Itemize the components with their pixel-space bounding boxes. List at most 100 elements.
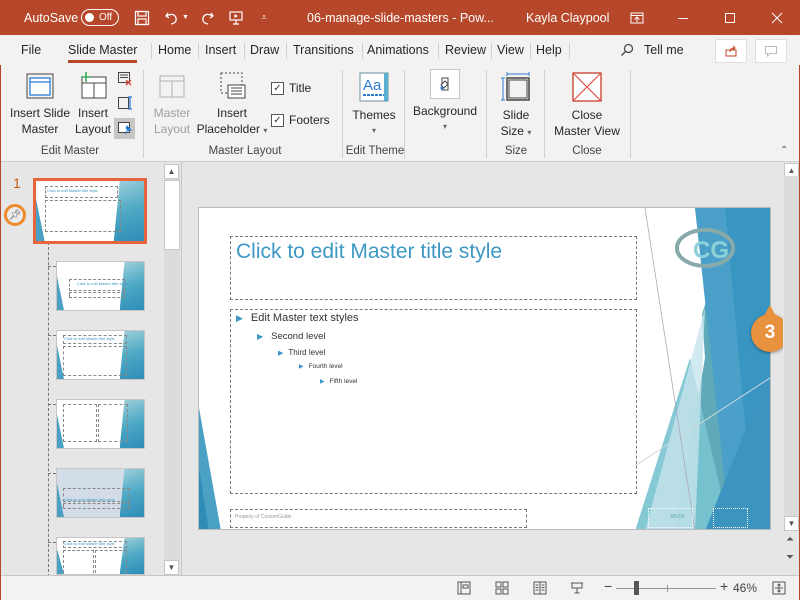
background-button[interactable]: Background ▾ bbox=[412, 69, 478, 135]
checkbox-check-icon: ✓ bbox=[271, 81, 284, 95]
title-checkbox[interactable]: ✓ Title bbox=[271, 81, 311, 95]
themes-icon: Aa bbox=[359, 72, 389, 102]
layout-thumbnail-title-slide[interactable]: Click to edit Master title style bbox=[56, 261, 145, 311]
thumbnail-scrollbar[interactable]: ▲ ▼ bbox=[164, 164, 180, 575]
workspace: 1 📌︎ Click to edit Master title style Cl… bbox=[0, 162, 800, 577]
thumbnail-scroll-thumb[interactable] bbox=[164, 180, 180, 250]
share-button[interactable] bbox=[715, 39, 747, 63]
preserve-button[interactable] bbox=[114, 118, 135, 139]
themes-button[interactable]: Aa Themes ▾ bbox=[350, 71, 398, 139]
insert-placeholder-button[interactable]: Insert Placeholder ▾ bbox=[196, 71, 268, 139]
master-layout-button[interactable]: Master Layout bbox=[150, 71, 194, 137]
close-icon[interactable] bbox=[754, 0, 800, 35]
close-master-view-button[interactable]: Close Master View bbox=[550, 71, 624, 139]
slide-number-placeholder[interactable] bbox=[713, 508, 748, 528]
checkbox-check-icon: ✓ bbox=[271, 113, 284, 127]
chevron-down-icon: ▾ bbox=[527, 128, 532, 137]
master-layout-line2: Layout bbox=[153, 122, 191, 136]
layout-thumbnail-two-content[interactable] bbox=[56, 399, 145, 449]
insert-layout-line1: Insert bbox=[77, 106, 108, 120]
next-slide-icon[interactable]: ⏷ bbox=[786, 552, 794, 563]
customize-qat-icon[interactable]: ⩡ bbox=[253, 0, 275, 35]
minimize-icon[interactable] bbox=[660, 0, 706, 35]
zoom-out-button[interactable]: − bbox=[604, 578, 612, 594]
layout-thumbnail-section-header[interactable]: Click to edit Master title style bbox=[56, 468, 145, 518]
title-placeholder[interactable]: Click to edit Master title style bbox=[230, 236, 637, 300]
insert-slide-master-button[interactable]: Insert Slide Master bbox=[8, 71, 72, 137]
scroll-up-icon[interactable]: ▲ bbox=[164, 164, 179, 179]
content-placeholder[interactable]: ▶ Edit Master text styles ▶ Second level ▶… bbox=[230, 309, 637, 494]
reading-view-icon[interactable] bbox=[531, 580, 549, 596]
close-master-view-line2: Master View bbox=[554, 124, 620, 138]
tab-home[interactable]: Home bbox=[158, 35, 191, 65]
tab-help[interactable]: Help bbox=[536, 35, 562, 65]
slide-size-button[interactable]: Slide Size ▾ bbox=[494, 71, 538, 141]
tell-me-search[interactable]: Tell me bbox=[620, 35, 684, 65]
tab-animations[interactable]: Animations bbox=[367, 35, 429, 65]
maximize-icon[interactable] bbox=[707, 0, 753, 35]
ribbon-display-options-icon[interactable] bbox=[614, 0, 660, 35]
tab-draw[interactable]: Draw bbox=[250, 35, 279, 65]
redo-icon[interactable] bbox=[196, 0, 218, 35]
tab-slide-master[interactable]: Slide Master bbox=[68, 35, 138, 65]
rename-button[interactable] bbox=[116, 95, 134, 113]
status-bar: − + 46% bbox=[0, 575, 800, 600]
comments-button[interactable] bbox=[755, 39, 787, 63]
bullet-level-1[interactable]: ▶ Edit Master text styles bbox=[236, 312, 359, 324]
zoom-slider-handle[interactable] bbox=[634, 581, 639, 595]
layout-tree-line bbox=[48, 237, 49, 577]
tab-review[interactable]: Review bbox=[445, 35, 486, 65]
bullet-level-5[interactable]: ▶ Fifth level bbox=[320, 378, 357, 385]
save-icon[interactable] bbox=[131, 0, 153, 35]
slide-sorter-view-icon[interactable] bbox=[493, 580, 511, 596]
collapse-ribbon-icon[interactable]: ⌃ bbox=[780, 145, 788, 156]
undo-icon[interactable] bbox=[161, 0, 183, 35]
scroll-down-icon[interactable]: ▼ bbox=[784, 516, 799, 531]
insert-layout-button[interactable]: Insert Layout bbox=[73, 71, 113, 137]
previous-slide-icon[interactable]: ⏶ bbox=[786, 534, 794, 545]
tab-transitions[interactable]: Transitions bbox=[293, 35, 354, 65]
tab-file[interactable]: File bbox=[21, 35, 41, 65]
insert-layout-line2: Layout bbox=[74, 122, 112, 136]
master-slide-thumbnail[interactable]: Click to edit Master title style bbox=[33, 178, 147, 244]
master-slide-number: 1 bbox=[13, 175, 21, 191]
delete-button[interactable] bbox=[116, 71, 134, 89]
user-name[interactable]: Kayla Claypool bbox=[526, 0, 609, 35]
share-icon bbox=[725, 45, 737, 57]
bullet-level-2[interactable]: ▶ Second level bbox=[257, 331, 326, 342]
master-title-text[interactable]: Click to edit Master title style bbox=[236, 240, 502, 264]
chevron-down-icon: ▾ bbox=[371, 126, 376, 135]
present-from-start-icon[interactable] bbox=[225, 0, 247, 35]
zoom-level[interactable]: 46% bbox=[733, 581, 757, 595]
date-placeholder[interactable]: 4/5/18 bbox=[648, 508, 693, 528]
footers-checkbox[interactable]: ✓ Footers bbox=[271, 113, 330, 127]
layout-thumbnail-title-content[interactable]: Click to edit Master title style bbox=[56, 330, 145, 380]
zoom-slider-track[interactable] bbox=[616, 588, 716, 589]
main-vertical-scrollbar[interactable]: ▲ ▼ ⏶ ⏷ bbox=[783, 162, 800, 575]
slide-editing-canvas: CG Click to edit Master title style ▶ Edi… bbox=[183, 162, 789, 575]
layout-thumbnail-comparison[interactable]: Click to edit Master title style bbox=[56, 537, 145, 575]
zoom-in-button[interactable]: + bbox=[720, 578, 728, 594]
group-label-edit-master: Edit Master bbox=[40, 145, 100, 157]
insert-placeholder-line1: Insert bbox=[216, 106, 247, 120]
layout-thumb-title: Click to edit Master title style bbox=[64, 497, 115, 502]
slideshow-view-icon[interactable] bbox=[568, 580, 586, 596]
undo-dropdown-icon[interactable]: ▼ bbox=[182, 0, 189, 35]
footer-placeholder[interactable]: Property of CustomGuide bbox=[230, 509, 527, 528]
tab-insert[interactable]: Insert bbox=[205, 35, 236, 65]
scroll-down-icon[interactable]: ▼ bbox=[164, 560, 179, 575]
search-icon bbox=[621, 43, 634, 56]
bullet-level-3[interactable]: ▶ Third level bbox=[278, 348, 325, 357]
company-logo: CG bbox=[693, 237, 729, 264]
normal-view-icon[interactable] bbox=[455, 580, 473, 596]
tab-view[interactable]: View bbox=[497, 35, 524, 65]
autosave-toggle[interactable]: Off bbox=[81, 9, 119, 26]
insert-layout-icon bbox=[81, 72, 107, 99]
comment-icon bbox=[765, 46, 777, 57]
insert-placeholder-line2: Placeholder ▾ bbox=[196, 122, 268, 136]
group-label-master-layout: Master Layout bbox=[208, 145, 282, 157]
chevron-down-icon: ▾ bbox=[442, 122, 447, 131]
bullet-level-4[interactable]: ▶ Fourth level bbox=[299, 363, 343, 370]
pin-preserve-icon bbox=[117, 122, 132, 135]
fit-slide-to-window-icon[interactable] bbox=[770, 580, 788, 596]
